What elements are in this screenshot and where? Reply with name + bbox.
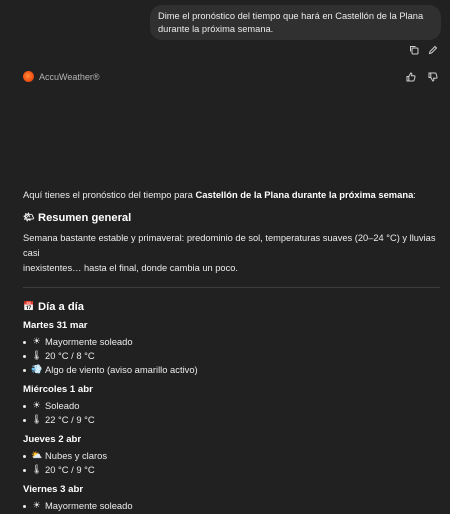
list-item: ☀ Mayormente soleado (23, 335, 441, 349)
list-item-text: Mayormente soleado (45, 500, 133, 511)
summary-title: Resumen general (38, 212, 132, 224)
answer-intro: Aquí tienes el pronóstico del tiempo par… (23, 188, 441, 201)
list-item: 💨 Algo de viento (aviso amarillo activo) (23, 363, 441, 377)
day-items: ☀ Soleado 🌡 22 °C / 9 °C (23, 399, 441, 427)
source-attribution[interactable]: AccuWeather® (23, 71, 100, 82)
thermometer-icon: 🌡 (31, 465, 43, 475)
thumbs-up-icon[interactable] (406, 72, 416, 82)
accuweather-logo-icon (23, 71, 34, 82)
summary-line: inexistentes… hasta el final, donde camb… (23, 263, 238, 273)
cloud-sun-icon: ⛅ (31, 451, 43, 461)
summary-text: Semana bastante estable y primaveral: pr… (23, 231, 441, 276)
intro-punct: : (413, 189, 416, 200)
intro-text: Aquí tienes el pronóstico del tiempo par… (23, 189, 196, 200)
list-item-text: 22 °C / 9 °C (45, 414, 95, 425)
summary-line: Semana bastante estable y primaveral: pr… (23, 233, 436, 258)
list-item-text: Soleado (45, 400, 80, 411)
sun-icon: ☀ (32, 401, 41, 411)
day-name: Viernes 3 abr (23, 484, 84, 495)
copy-icon[interactable] (409, 45, 419, 55)
list-item: 🌡 22 °C / 9 °C (23, 413, 441, 427)
list-item-text: Nubes y claros (45, 450, 108, 461)
user-message-line: durante la próxima semana. (158, 24, 274, 34)
wind-icon: 💨 (31, 365, 43, 375)
day-name: Jueves 2 abr (23, 434, 82, 445)
list-item-text: 20 °C / 8 °C (45, 350, 95, 361)
assistant-answer: Aquí tienes el pronóstico del tiempo par… (23, 188, 441, 514)
days-title: Día a día (38, 301, 85, 313)
feedback-actions (406, 72, 438, 82)
list-item-text: 20 °C / 9 °C (45, 464, 95, 475)
day-name: Martes 31 mar (23, 320, 88, 331)
list-item: 🌡 20 °C / 9 °C (23, 463, 441, 477)
list-item: ☀ Soleado (23, 399, 441, 413)
day-items: ☀Mayormente soleado🌡21 °C / 8 °C (23, 499, 441, 514)
user-message-bubble: Dime el pronóstico del tiempo que hará e… (150, 5, 441, 40)
thermometer-icon: 🌡 (31, 415, 43, 425)
summary-heading: 🌤 Resumen general (23, 212, 441, 224)
source-name: AccuWeather® (39, 71, 100, 82)
day-block: Martes 31 mar ☀ Mayormente soleado 🌡 20 °C /… (23, 320, 441, 377)
days-list: Martes 31 mar ☀ Mayormente soleado 🌡 20 °C /… (23, 320, 441, 514)
sun-icon: ☀ (32, 501, 41, 511)
list-item-text: Algo de viento (aviso amarillo activo) (45, 364, 198, 375)
list-item: ⛅ Nubes y claros (23, 449, 441, 463)
list-item-text: Mayormente soleado (45, 336, 133, 347)
intro-bold-text: Castellón de la Plana durante la próxima… (195, 189, 414, 200)
day-name: Miércoles 1 abr (23, 384, 93, 395)
message-actions (409, 45, 438, 55)
day-block: Jueves 2 abr ⛅ Nubes y claros 🌡 20 °C / 9 °C (23, 434, 441, 477)
pencil-icon[interactable] (428, 45, 438, 55)
thermometer-icon: 🌡 (31, 351, 43, 361)
day-block: Viernes 3 abr☀Mayormente soleado🌡21 °C /… (23, 484, 441, 514)
sun-icon: ☀ (32, 337, 41, 347)
list-item: 🌡 20 °C / 8 °C (23, 349, 441, 363)
thumbs-down-icon[interactable] (428, 72, 438, 82)
calendar-icon: 📅 (23, 302, 35, 312)
day-block: Miércoles 1 abr ☀ Soleado 🌡 22 °C / 9 °C (23, 384, 441, 427)
days-heading: 📅 Día a día (23, 301, 441, 313)
day-items: ☀ Mayormente soleado 🌡 20 °C / 8 °C 💨 Algo de… (23, 335, 441, 377)
user-message-line: Dime el pronóstico del tiempo que hará e… (158, 11, 424, 21)
list-item: ☀ Mayormente soleado (23, 499, 441, 513)
sun-cloud-icon: 🌤 (23, 213, 35, 223)
day-items: ⛅ Nubes y claros 🌡 20 °C / 9 °C (23, 449, 441, 477)
divider (23, 287, 440, 288)
